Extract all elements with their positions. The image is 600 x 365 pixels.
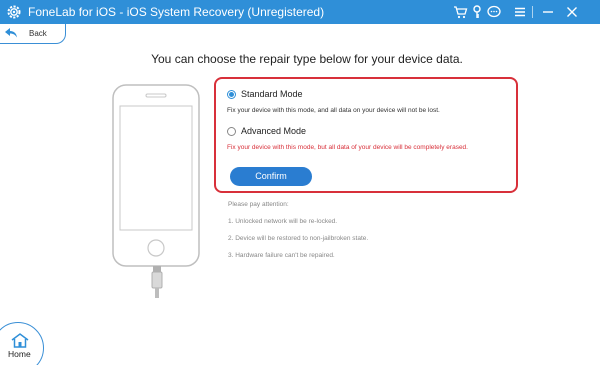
window-title: FoneLab for iOS - iOS System Recovery (U…: [28, 5, 325, 19]
home-label[interactable]: Home: [8, 349, 31, 359]
standard-mode-description: Fix your device with this mode, and all …: [227, 107, 440, 114]
confirm-button[interactable]: Confirm: [230, 167, 312, 186]
attention-item: 1. Unlocked network will be re-locked.: [228, 218, 338, 225]
minimize-icon[interactable]: [540, 4, 556, 20]
key-icon[interactable]: [469, 4, 485, 20]
standard-mode-radio[interactable]: [227, 90, 236, 99]
menu-icon[interactable]: [512, 4, 528, 20]
back-label: Back: [29, 29, 47, 38]
title-bar: FoneLab for iOS - iOS System Recovery (U…: [0, 0, 600, 24]
close-icon[interactable]: [564, 4, 580, 20]
page-heading: You can choose the repair type below for…: [151, 52, 463, 66]
app-gear-icon: [7, 5, 21, 19]
back-arrow-icon: [5, 28, 17, 38]
repair-mode-panel: Standard Mode Fix your device with this …: [214, 77, 518, 193]
attention-title: Please pay attention:: [228, 201, 289, 208]
attention-item: 2. Device will be restored to non-jailbr…: [228, 235, 369, 242]
lightning-cable-icon: [151, 266, 163, 298]
standard-mode-label[interactable]: Standard Mode: [241, 89, 303, 99]
attention-item: 3. Hardware failure can't be repaired.: [228, 252, 335, 259]
back-button[interactable]: Back: [0, 24, 66, 44]
chat-icon[interactable]: [486, 4, 502, 20]
advanced-mode-radio[interactable]: [227, 127, 236, 136]
home-icon[interactable]: [9, 332, 31, 348]
iphone-illustration: [112, 84, 200, 267]
advanced-mode-label[interactable]: Advanced Mode: [241, 126, 306, 136]
cart-icon[interactable]: [452, 4, 468, 20]
advanced-mode-description: Fix your device with this mode, but all …: [227, 144, 468, 151]
titlebar-divider: [532, 6, 533, 18]
